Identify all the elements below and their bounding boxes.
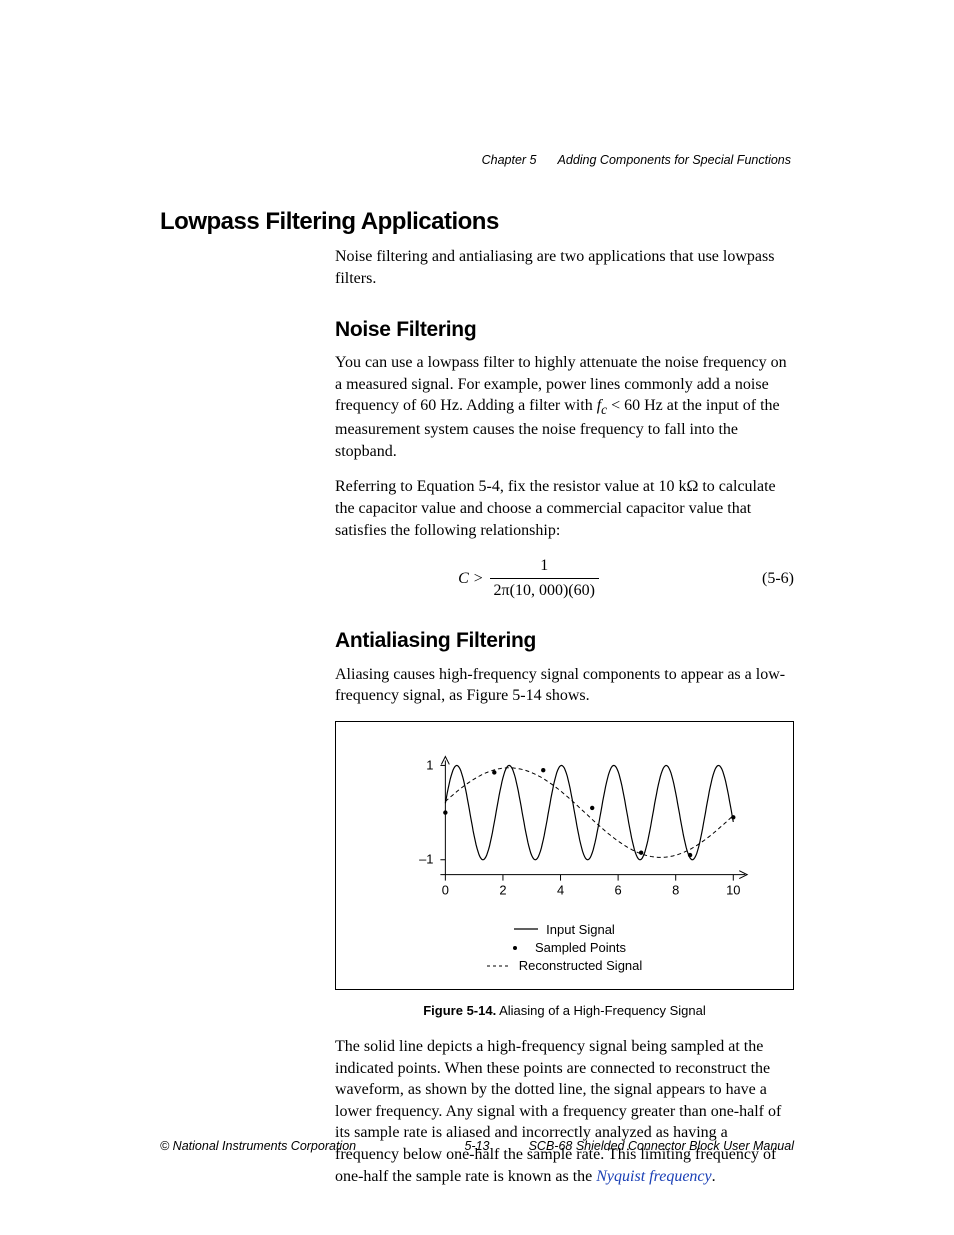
footer-page-number: 5-13	[464, 1138, 489, 1155]
figure-caption: Figure 5-14. Aliasing of a High-Frequenc…	[335, 1002, 794, 1020]
chapter-label: Chapter 5	[482, 153, 537, 167]
ytick-1: 1	[426, 757, 433, 772]
subsection-antialiasing: Antialiasing Filtering	[335, 627, 794, 655]
equation-5-6: C > 1 2π(10, 000)(60)	[458, 555, 599, 601]
nyquist-link[interactable]: Nyquist frequency	[596, 1168, 711, 1185]
svg-text:4: 4	[557, 882, 564, 897]
input-signal-line	[445, 765, 733, 859]
equation-number: (5-6)	[762, 568, 794, 590]
anti-p1: Aliasing causes high-frequency signal co…	[335, 664, 794, 707]
svg-text:8: 8	[672, 882, 679, 897]
section-intro: Noise filtering and antialiasing are two…	[335, 246, 794, 289]
chapter-title: Adding Components for Special Functions	[558, 153, 791, 167]
page-footer: © National Instruments Corporation 5-13 …	[160, 1138, 794, 1155]
aliasing-plot: 1 –1 0 2 4 6 8 10	[356, 740, 773, 910]
figure-legend: Input Signal Sampled Points Reconstructe…	[356, 921, 773, 976]
footer-right: SCB-68 Shielded Connector Block User Man…	[529, 1138, 794, 1155]
running-header: Chapter 5 Adding Components for Special …	[482, 152, 791, 169]
sampled-points	[443, 768, 735, 857]
noise-p2: Referring to Equation 5-4, fix the resis…	[335, 476, 794, 541]
reconstructed-line	[445, 768, 733, 858]
noise-p1: You can use a lowpass filter to highly a…	[335, 352, 794, 463]
svg-text:6: 6	[615, 882, 622, 897]
svg-text:0: 0	[442, 882, 449, 897]
svg-text:2: 2	[499, 882, 506, 897]
footer-left: © National Instruments Corporation	[160, 1138, 356, 1155]
section-heading: Lowpass Filtering Applications	[160, 206, 794, 238]
anti-p2: The solid line depicts a high-frequency …	[335, 1036, 794, 1187]
ytick--1: –1	[419, 852, 433, 867]
svg-text:10: 10	[726, 882, 740, 897]
equation-row: C > 1 2π(10, 000)(60) (5-6)	[335, 555, 794, 601]
subsection-noise: Noise Filtering	[335, 316, 794, 344]
figure-5-14: 1 –1 0 2 4 6 8 10	[335, 721, 794, 990]
